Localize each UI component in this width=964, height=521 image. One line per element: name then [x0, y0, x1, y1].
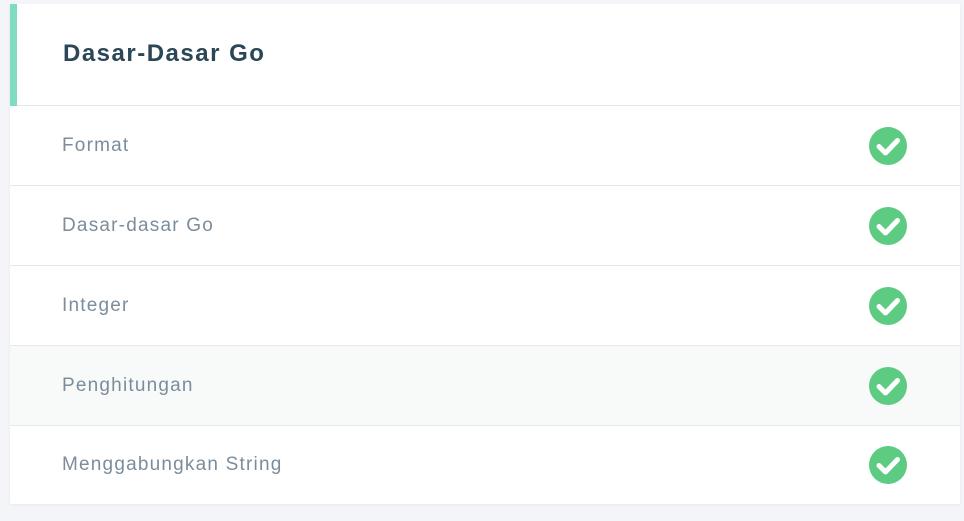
accent-bar	[10, 4, 17, 106]
section-header: Dasar-Dasar Go	[10, 4, 960, 106]
section-title: Dasar-Dasar Go	[63, 40, 266, 67]
lesson-item-integer[interactable]: Integer	[10, 266, 960, 346]
lesson-label: Penghitungan	[62, 374, 194, 396]
lesson-label: Format	[62, 134, 130, 156]
check-circle-icon	[868, 126, 908, 166]
check-circle-icon	[868, 445, 908, 485]
check-circle-icon	[868, 286, 908, 326]
lesson-label: Integer	[62, 294, 130, 316]
lesson-list: Format Dasar-dasar Go Integer Penghitung…	[10, 106, 960, 504]
lesson-label: Dasar-dasar Go	[62, 214, 214, 236]
lesson-item-format[interactable]: Format	[10, 106, 960, 186]
lesson-item-penghitungan[interactable]: Penghitungan	[10, 346, 960, 426]
lesson-section-card: Dasar-Dasar Go Format Dasar-dasar Go Int…	[10, 4, 960, 504]
check-circle-icon	[868, 366, 908, 406]
lesson-item-dasar-dasar-go[interactable]: Dasar-dasar Go	[10, 186, 960, 266]
lesson-item-menggabungkan-string[interactable]: Menggabungkan String	[10, 426, 960, 504]
check-circle-icon	[868, 206, 908, 246]
lesson-label: Menggabungkan String	[62, 454, 283, 475]
